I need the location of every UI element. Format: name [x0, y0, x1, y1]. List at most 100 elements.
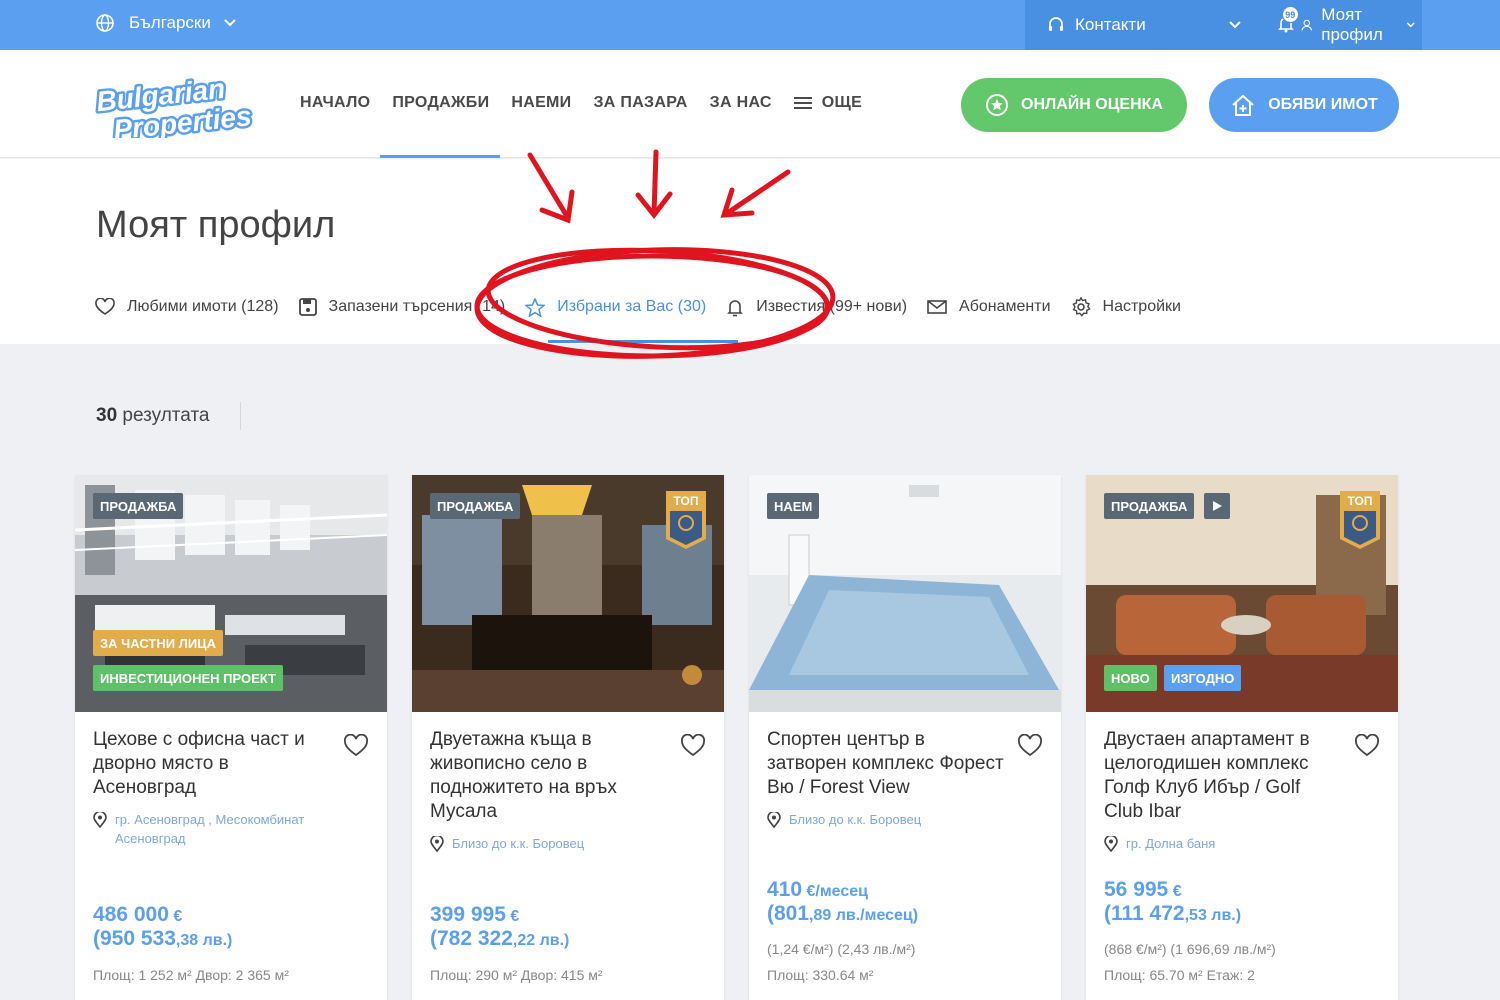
price-bgn-int: (950 533	[93, 927, 176, 950]
location-text[interactable]: Близо до к.к. Боровец	[452, 834, 584, 853]
property-card[interactable]: ПРОДАЖБА ТОП НОВО ИЗГОДНО Двустаен апарт…	[1086, 475, 1398, 1000]
favorite-heart-icon[interactable]	[1354, 734, 1380, 758]
new-tag: НОВО	[1104, 665, 1157, 691]
property-card[interactable]: ПРОДАЖБА ЗА ЧАСТНИ ЛИЦА ИНВЕСТИЦИОНЕН ПР…	[75, 475, 387, 1000]
favorite-heart-icon[interactable]	[343, 734, 369, 758]
price-per-m2: (1,24 €/м²) (2,43 лв./м²)	[767, 941, 916, 957]
language-selector[interactable]: Български	[95, 13, 251, 33]
nav-market[interactable]: ЗА ПАЗАРА	[593, 94, 687, 112]
price-eur: 56 995	[1104, 878, 1169, 901]
notifications-badge: 99	[1281, 6, 1299, 23]
bell-icon	[727, 299, 744, 316]
tab-subscriptions[interactable]: Абонаменти	[927, 298, 1051, 316]
heart-icon	[95, 298, 115, 315]
chevron-down-icon	[1406, 22, 1415, 28]
svg-text:ТОП: ТОП	[1348, 494, 1373, 508]
gear-icon	[1071, 297, 1091, 317]
video-play-button[interactable]	[1204, 493, 1230, 519]
tab-settings-label: Настройки	[1102, 298, 1181, 315]
price-bgn-int: (782 322	[430, 927, 513, 950]
list-property-label: ОБЯВИ ИМОТ	[1268, 96, 1378, 113]
price-currency: €/месец	[806, 883, 869, 900]
main-nav: НАЧАЛО ПРОДАЖБИ НАЕМИ ЗА ПАЗАРА ЗА НАС О…	[300, 94, 906, 112]
nav-rentals[interactable]: НАЕМИ	[511, 94, 571, 112]
star-icon	[525, 297, 546, 317]
property-price: 56 995 € (111 472,53 лв.)	[1104, 878, 1241, 926]
price-bgn-int: (801	[767, 902, 810, 925]
tab-notifications-label: Известия (99+ нови)	[756, 298, 908, 315]
price-currency: €	[510, 908, 520, 925]
page-title: Моят профил	[96, 204, 336, 246]
property-price: 399 995 € (782 322,22 лв.)	[430, 903, 569, 951]
price-bgn-dec: ,53 лв.)	[1184, 907, 1242, 924]
nav-sales[interactable]: ПРОДАЖБИ	[392, 94, 489, 112]
pin-icon	[1104, 836, 1118, 852]
property-title[interactable]: Двустаен апартамент в целогодишен компле…	[1104, 728, 1344, 824]
location-text[interactable]: гр. Долна баня	[1126, 834, 1215, 853]
tab-favorites[interactable]: Любими имоти (128)	[95, 298, 279, 316]
list-property-button[interactable]: ОБЯВИ ИМОТ	[1209, 78, 1399, 132]
online-valuation-label: ОНЛАЙН ОЦЕНКА	[1021, 96, 1163, 113]
online-valuation-button[interactable]: ОНЛАЙН ОЦЕНКА	[961, 78, 1187, 132]
contacts-dropdown[interactable]: Контакти	[1047, 15, 1252, 35]
price-currency: €	[1172, 883, 1182, 900]
favorite-heart-icon[interactable]	[680, 734, 706, 758]
favorite-heart-icon[interactable]	[1017, 734, 1043, 758]
location-text[interactable]: Близо до к.к. Боровец	[789, 810, 921, 829]
nav-about[interactable]: ЗА НАС	[710, 94, 772, 112]
price-eur: 486 000	[93, 903, 169, 926]
tab-recommended-label: Избрани за Вас (30)	[557, 298, 707, 315]
logo[interactable]: Bulgarian Bulgarian Properties Propertie…	[95, 72, 285, 138]
menu-icon	[793, 97, 812, 109]
envelope-icon	[927, 300, 947, 314]
language-label: Български	[129, 13, 211, 32]
nav-home[interactable]: НАЧАЛО	[300, 94, 370, 112]
notifications-button[interactable]: 99	[1276, 6, 1299, 36]
pin-icon	[93, 812, 107, 828]
results-label: резултата	[122, 405, 210, 426]
property-title[interactable]: Двуетажна къща в живописно село в поднож…	[430, 728, 670, 824]
property-title[interactable]: Цехове с офисна част и дворно място в Ас…	[93, 728, 333, 800]
property-meta: Площ: 65.70 м² Етаж: 2	[1104, 967, 1255, 983]
tab-settings[interactable]: Настройки	[1071, 297, 1181, 317]
tab-saved-searches[interactable]: Запазени търсения (14)	[298, 298, 506, 316]
property-card[interactable]: НАЕМ Спортен център в затворен комплекс …	[749, 475, 1061, 1000]
property-photo[interactable]: ПРОДАЖБА ТОП	[412, 475, 724, 712]
profile-tabs: Любими имоти (128) Запазени търсения (14…	[95, 297, 1201, 317]
tab-subscriptions-label: Абонаменти	[959, 298, 1051, 315]
headset-icon	[1049, 17, 1063, 31]
tab-notifications[interactable]: Известия (99+ нови)	[726, 298, 907, 317]
tab-active-indicator	[548, 340, 738, 343]
deal-type-tag: НАЕМ	[767, 493, 820, 519]
profile-dropdown[interactable]: Моят профил	[1300, 5, 1424, 45]
svg-text:ТОП: ТОП	[674, 494, 699, 508]
results-count: 30 резултата	[96, 405, 210, 427]
property-location: Близо до к.к. Боровец	[430, 834, 706, 853]
top-badge-icon: ТОП	[1340, 491, 1380, 549]
property-location: Близо до к.к. Боровец	[767, 810, 1043, 829]
top-badge-icon: ТОП	[666, 491, 706, 549]
property-photo[interactable]: ПРОДАЖБА ЗА ЧАСТНИ ЛИЦА ИНВЕСТИЦИОНЕН ПР…	[75, 475, 387, 712]
price-bgn-int: (111 472	[1104, 902, 1185, 925]
top-right-panel: Контакти 99 Моят профил	[1025, 0, 1422, 50]
nav-active-indicator	[380, 155, 500, 158]
profile-label: Моят профил	[1321, 5, 1383, 44]
property-photo[interactable]: НАЕМ	[749, 475, 1061, 712]
deal-type-tag: ПРОДАЖБА	[430, 493, 521, 519]
tab-saved-searches-label: Запазени търсения (14)	[328, 298, 506, 315]
price-eur: 399 995	[430, 903, 506, 926]
location-text[interactable]: гр. Асеновград , Месокомбинат Асеновград	[115, 810, 369, 848]
profile-section: Моят профил Любими имоти (128) Запазени …	[0, 159, 1500, 344]
deal-type-tag: ПРОДАЖБА	[93, 493, 184, 519]
price-bgn-dec: ,89 лв./месец)	[809, 907, 919, 924]
tab-recommended[interactable]: Избрани за Вас (30)	[525, 297, 707, 317]
price-per-m2: (868 €/м²) (1 696,69 лв./м²)	[1104, 941, 1276, 957]
investment-project-tag: ИНВЕСТИЦИОНЕН ПРОЕКТ	[93, 665, 283, 691]
star-badge-icon	[986, 94, 1009, 116]
property-location: гр. Асеновград , Месокомбинат Асеновград	[93, 810, 369, 848]
nav-more[interactable]: ОЩЕ	[793, 94, 884, 112]
price-eur: 410	[767, 878, 803, 901]
property-card[interactable]: ПРОДАЖБА ТОП Двуетажна къща в живописно …	[412, 475, 724, 1000]
property-title[interactable]: Спортен център в затворен комплекс Форес…	[767, 728, 1007, 800]
property-photo[interactable]: ПРОДАЖБА ТОП НОВО ИЗГОДНО	[1086, 475, 1398, 712]
